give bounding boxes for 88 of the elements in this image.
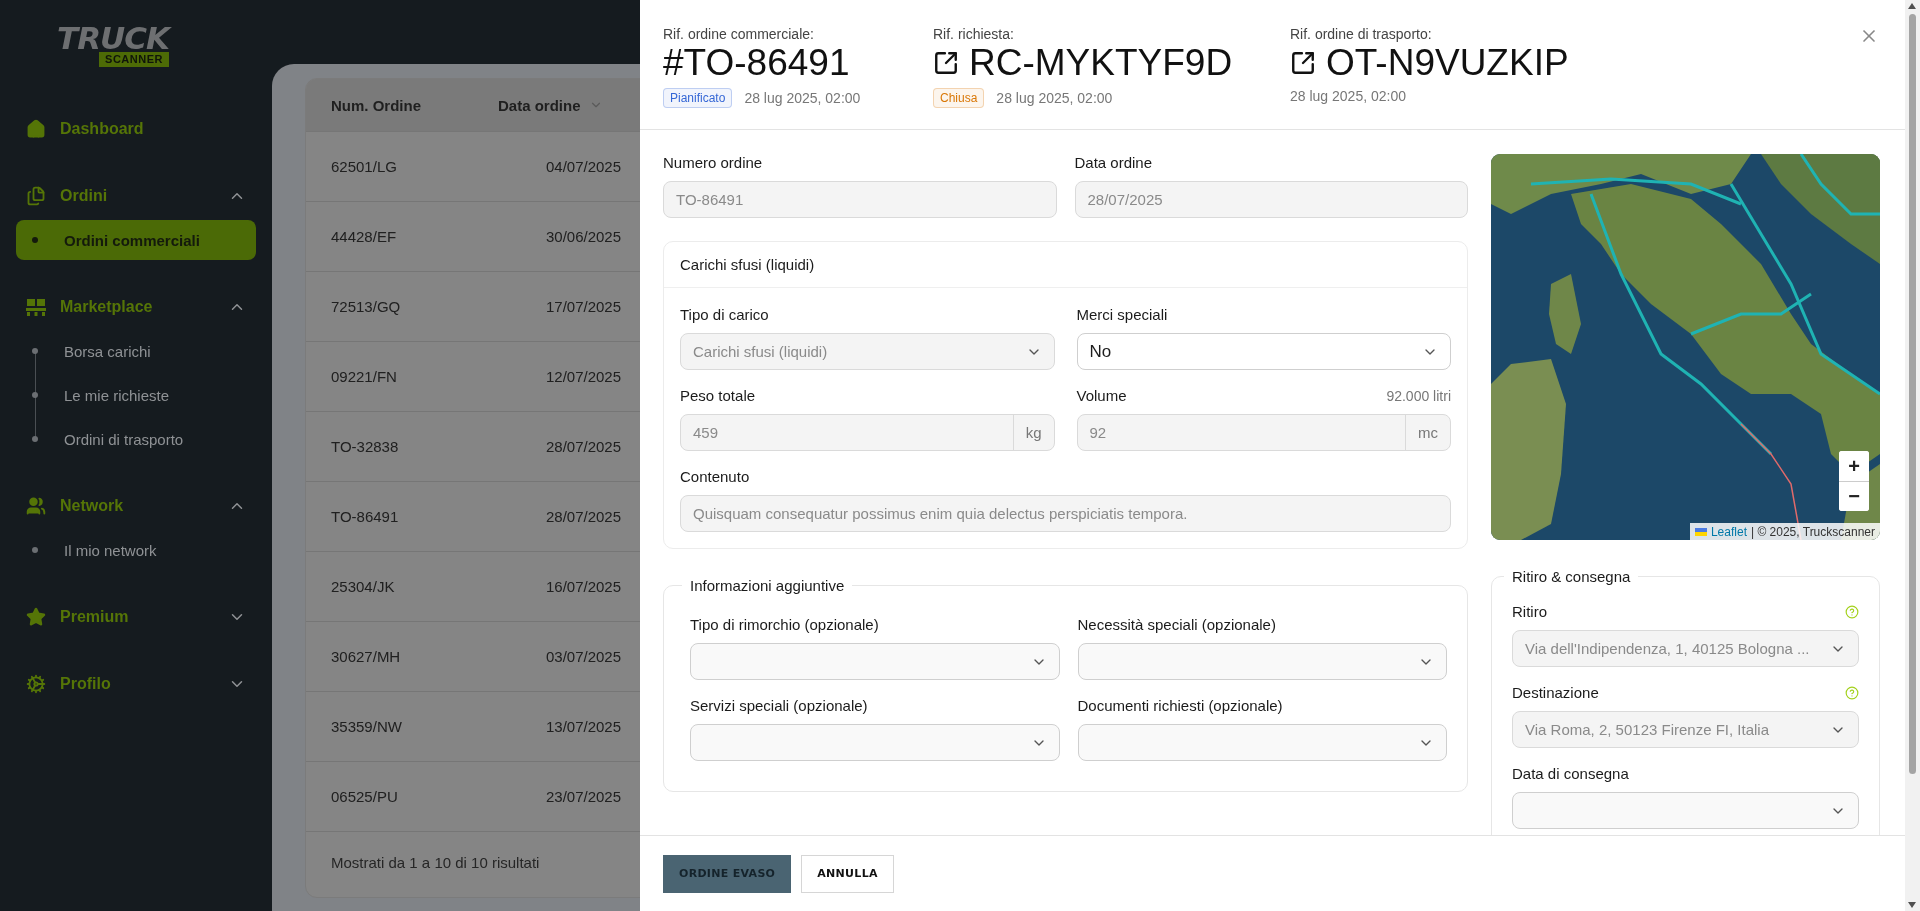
reference-date: 28 lug 2025, 02:00 xyxy=(744,90,861,106)
confirm-button[interactable]: ORDINE EVASO xyxy=(663,854,792,893)
nav-item[interactable]: Premium xyxy=(60,608,214,626)
table-cell: 35359/NW xyxy=(331,718,402,735)
nav-subitem[interactable]: Ordini commerciali xyxy=(16,220,256,260)
field-label: Data ordine xyxy=(1074,154,1153,171)
pallet-icon xyxy=(26,298,46,316)
table-cell: 04/07/2025 xyxy=(545,158,622,175)
table-cell: 16/07/2025 xyxy=(545,578,622,595)
table-cell: TO-32838 xyxy=(331,438,399,455)
external-link-icon[interactable] xyxy=(933,50,959,76)
zoom-out-button[interactable]: − xyxy=(1839,481,1869,511)
field-label: Contenuto xyxy=(680,468,750,485)
table-cell: 62501/LG xyxy=(331,158,397,175)
column-header[interactable]: Data ordine xyxy=(498,96,581,114)
select-field[interactable] xyxy=(1077,643,1447,680)
unit-label: kg xyxy=(1012,415,1054,450)
field-label: Servizi speciali (opzionale) xyxy=(690,697,868,714)
field-label: Destinazione xyxy=(1512,684,1599,701)
column-header[interactable]: Num. Ordine xyxy=(331,96,421,114)
flag-icon xyxy=(1694,527,1707,536)
table-cell: 30627/MH xyxy=(331,648,401,665)
logo-subtitle: SCANNER xyxy=(99,52,169,67)
field-label: Peso totale xyxy=(680,387,756,404)
status-badge: Chiusa xyxy=(933,88,985,108)
table-cell: 72513/GQ xyxy=(331,298,401,315)
table-cell: 13/07/2025 xyxy=(545,718,622,735)
select-field[interactable] xyxy=(690,724,1060,761)
nav-subitem[interactable]: Borsa carichi xyxy=(16,329,256,373)
field-label: Necessità speciali (opzionale) xyxy=(1077,616,1276,633)
section-title: Ritiro & consegna xyxy=(1511,568,1632,585)
nav-item[interactable]: Network xyxy=(60,497,214,515)
section-title: Informazioni aggiuntive xyxy=(689,577,846,594)
nav-item[interactable]: Marketplace xyxy=(60,298,214,316)
attribution-text: | © 2025, Truckscanner xyxy=(1750,524,1875,539)
nav-item[interactable]: Profilo xyxy=(60,675,214,693)
map[interactable]: + − Leaflet | © 2025, Truckscanner xyxy=(1491,154,1880,540)
documents-icon xyxy=(26,186,46,206)
settings-icon xyxy=(26,674,46,694)
table-cell: 44428/EF xyxy=(331,228,397,245)
table-cell: TO-86491 xyxy=(331,508,399,525)
leaflet-link[interactable]: Leaflet xyxy=(1710,524,1747,539)
reference-date: 28 lug 2025, 02:00 xyxy=(996,90,1113,106)
users-icon xyxy=(26,496,46,516)
table-cell: 28/07/2025 xyxy=(545,438,622,455)
select-field[interactable] xyxy=(1512,792,1859,829)
select-field[interactable]: No xyxy=(1076,333,1451,370)
status-badge: Pianificato xyxy=(663,88,733,108)
scrollbar[interactable] xyxy=(1905,0,1920,911)
field-label: Documenti richiesti (opzionale) xyxy=(1077,697,1283,714)
pagination-info: Mostrati da 1 a 10 di 10 risultati xyxy=(331,854,540,871)
select-field[interactable] xyxy=(690,643,1060,680)
nav-item[interactable]: Dashboard xyxy=(60,120,246,138)
field-hint: 92.000 litri xyxy=(1386,387,1451,404)
field-label: Numero ordine xyxy=(663,154,763,171)
star-icon xyxy=(26,607,46,627)
table-cell: 03/07/2025 xyxy=(545,648,622,665)
table-cell: 06525/PU xyxy=(331,788,398,805)
table-cell: 17/07/2025 xyxy=(545,298,622,315)
field-label: Volume xyxy=(1076,387,1127,404)
table-cell: 25304/JK xyxy=(331,578,395,595)
unit-label: mc xyxy=(1405,415,1450,450)
table-cell: 23/07/2025 xyxy=(545,788,622,805)
field-label: Ritiro xyxy=(1512,603,1547,620)
reference-label: Rif. richiesta: xyxy=(933,26,1014,42)
reference-link[interactable]: RC-MYKTYF9D xyxy=(969,42,1233,84)
reference-date: 28 lug 2025, 02:00 xyxy=(1290,88,1406,104)
table-cell: 28/07/2025 xyxy=(545,508,622,525)
reference-id: #TO-86491 xyxy=(663,42,850,84)
home-icon xyxy=(26,119,46,139)
nav-subitem[interactable]: Ordini di trasporto xyxy=(16,417,256,461)
field-label: Tipo di rimorchio (opzionale) xyxy=(690,616,879,633)
table-cell: 09221/FN xyxy=(331,368,397,385)
field-label: Data di consegna xyxy=(1512,765,1629,782)
reference-label: Rif. ordine di trasporto: xyxy=(1290,26,1432,42)
nav-subitem[interactable]: Il mio network xyxy=(16,528,256,572)
field-label: Tipo di carico xyxy=(680,306,769,323)
nav-item[interactable]: Ordini xyxy=(60,187,214,205)
select-field[interactable] xyxy=(1077,724,1447,761)
reference-link[interactable]: OT-N9VUZKIP xyxy=(1326,42,1569,84)
table-cell: 30/06/2025 xyxy=(545,228,622,245)
card-title: Carichi sfusi (liquidi) xyxy=(680,256,815,273)
reference-label: Rif. ordine commerciale: xyxy=(663,26,814,42)
cancel-button[interactable]: ANNULLA xyxy=(801,854,894,893)
external-link-icon[interactable] xyxy=(1290,50,1316,76)
field-label: Merci speciali xyxy=(1076,306,1168,323)
table-cell: 12/07/2025 xyxy=(545,368,622,385)
nav-subitem[interactable]: Le mie richieste xyxy=(16,373,256,417)
